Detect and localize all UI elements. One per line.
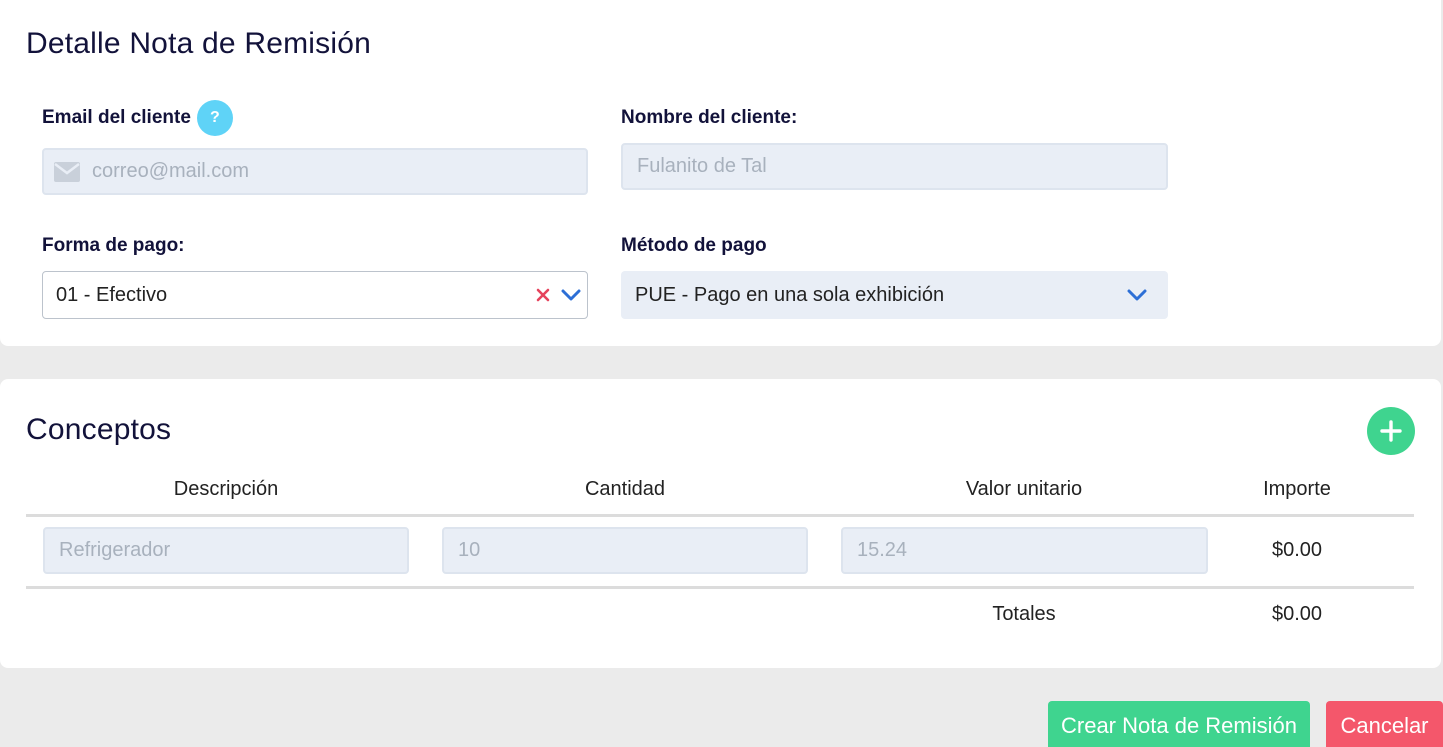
column-header-cantidad: Cantidad: [584, 478, 666, 500]
name-label: Nombre del cliente:: [621, 107, 798, 128]
create-note-button[interactable]: Crear Nota de Remisión: [1048, 701, 1310, 747]
email-label-group: Email del cliente ?: [42, 100, 233, 136]
footer-divider: [26, 586, 1414, 589]
valor-unitario-input[interactable]: 15.24: [841, 527, 1208, 574]
plus-icon: [1380, 420, 1402, 442]
totals-label: Totales: [992, 603, 1056, 625]
metodo-pago-label: Método de pago: [621, 235, 767, 256]
page-title: Detalle Nota de Remisión: [26, 27, 371, 60]
forma-pago-label: Forma de pago:: [42, 235, 185, 256]
email-label: Email del cliente: [42, 107, 191, 128]
importe-value: $0.00: [1271, 539, 1323, 561]
valor-unitario-value: 15.24: [857, 539, 908, 561]
clear-icon[interactable]: [534, 286, 552, 304]
column-header-importe: Importe: [1263, 478, 1331, 500]
concepts-card: Conceptos Descripción Cantidad Valor uni…: [0, 379, 1441, 668]
descripcion-value: Refrigerador: [59, 539, 171, 561]
chevron-down-icon[interactable]: [1125, 285, 1149, 305]
detail-card: Detalle Nota de Remisión Email del clien…: [0, 0, 1441, 346]
totals-value: $0.00: [1271, 603, 1323, 625]
envelope-icon: [54, 161, 80, 182]
email-placeholder: correo@mail.com: [92, 160, 250, 182]
header-divider: [26, 514, 1414, 517]
metodo-pago-value: PUE - Pago en una sola exhibición: [635, 283, 945, 306]
cantidad-value: 10: [458, 539, 481, 561]
help-icon[interactable]: ?: [196, 100, 233, 136]
add-concept-button[interactable]: [1367, 407, 1415, 455]
concepts-title: Conceptos: [26, 413, 172, 446]
cancel-button[interactable]: Cancelar: [1326, 701, 1443, 747]
cantidad-input[interactable]: 10: [442, 527, 808, 574]
column-header-valor-unitario: Valor unitario: [965, 478, 1083, 500]
forma-pago-value: 01 - Efectivo: [56, 283, 168, 306]
email-field[interactable]: correo@mail.com: [42, 148, 588, 195]
forma-pago-select[interactable]: 01 - Efectivo: [42, 271, 588, 319]
client-name-placeholder: Fulanito de Tal: [637, 155, 767, 177]
chevron-down-icon[interactable]: [559, 285, 583, 305]
metodo-pago-select[interactable]: PUE - Pago en una sola exhibición: [621, 271, 1168, 319]
descripcion-input[interactable]: Refrigerador: [43, 527, 409, 574]
client-name-field[interactable]: Fulanito de Tal: [621, 143, 1168, 190]
column-header-descripcion: Descripción: [173, 478, 279, 500]
